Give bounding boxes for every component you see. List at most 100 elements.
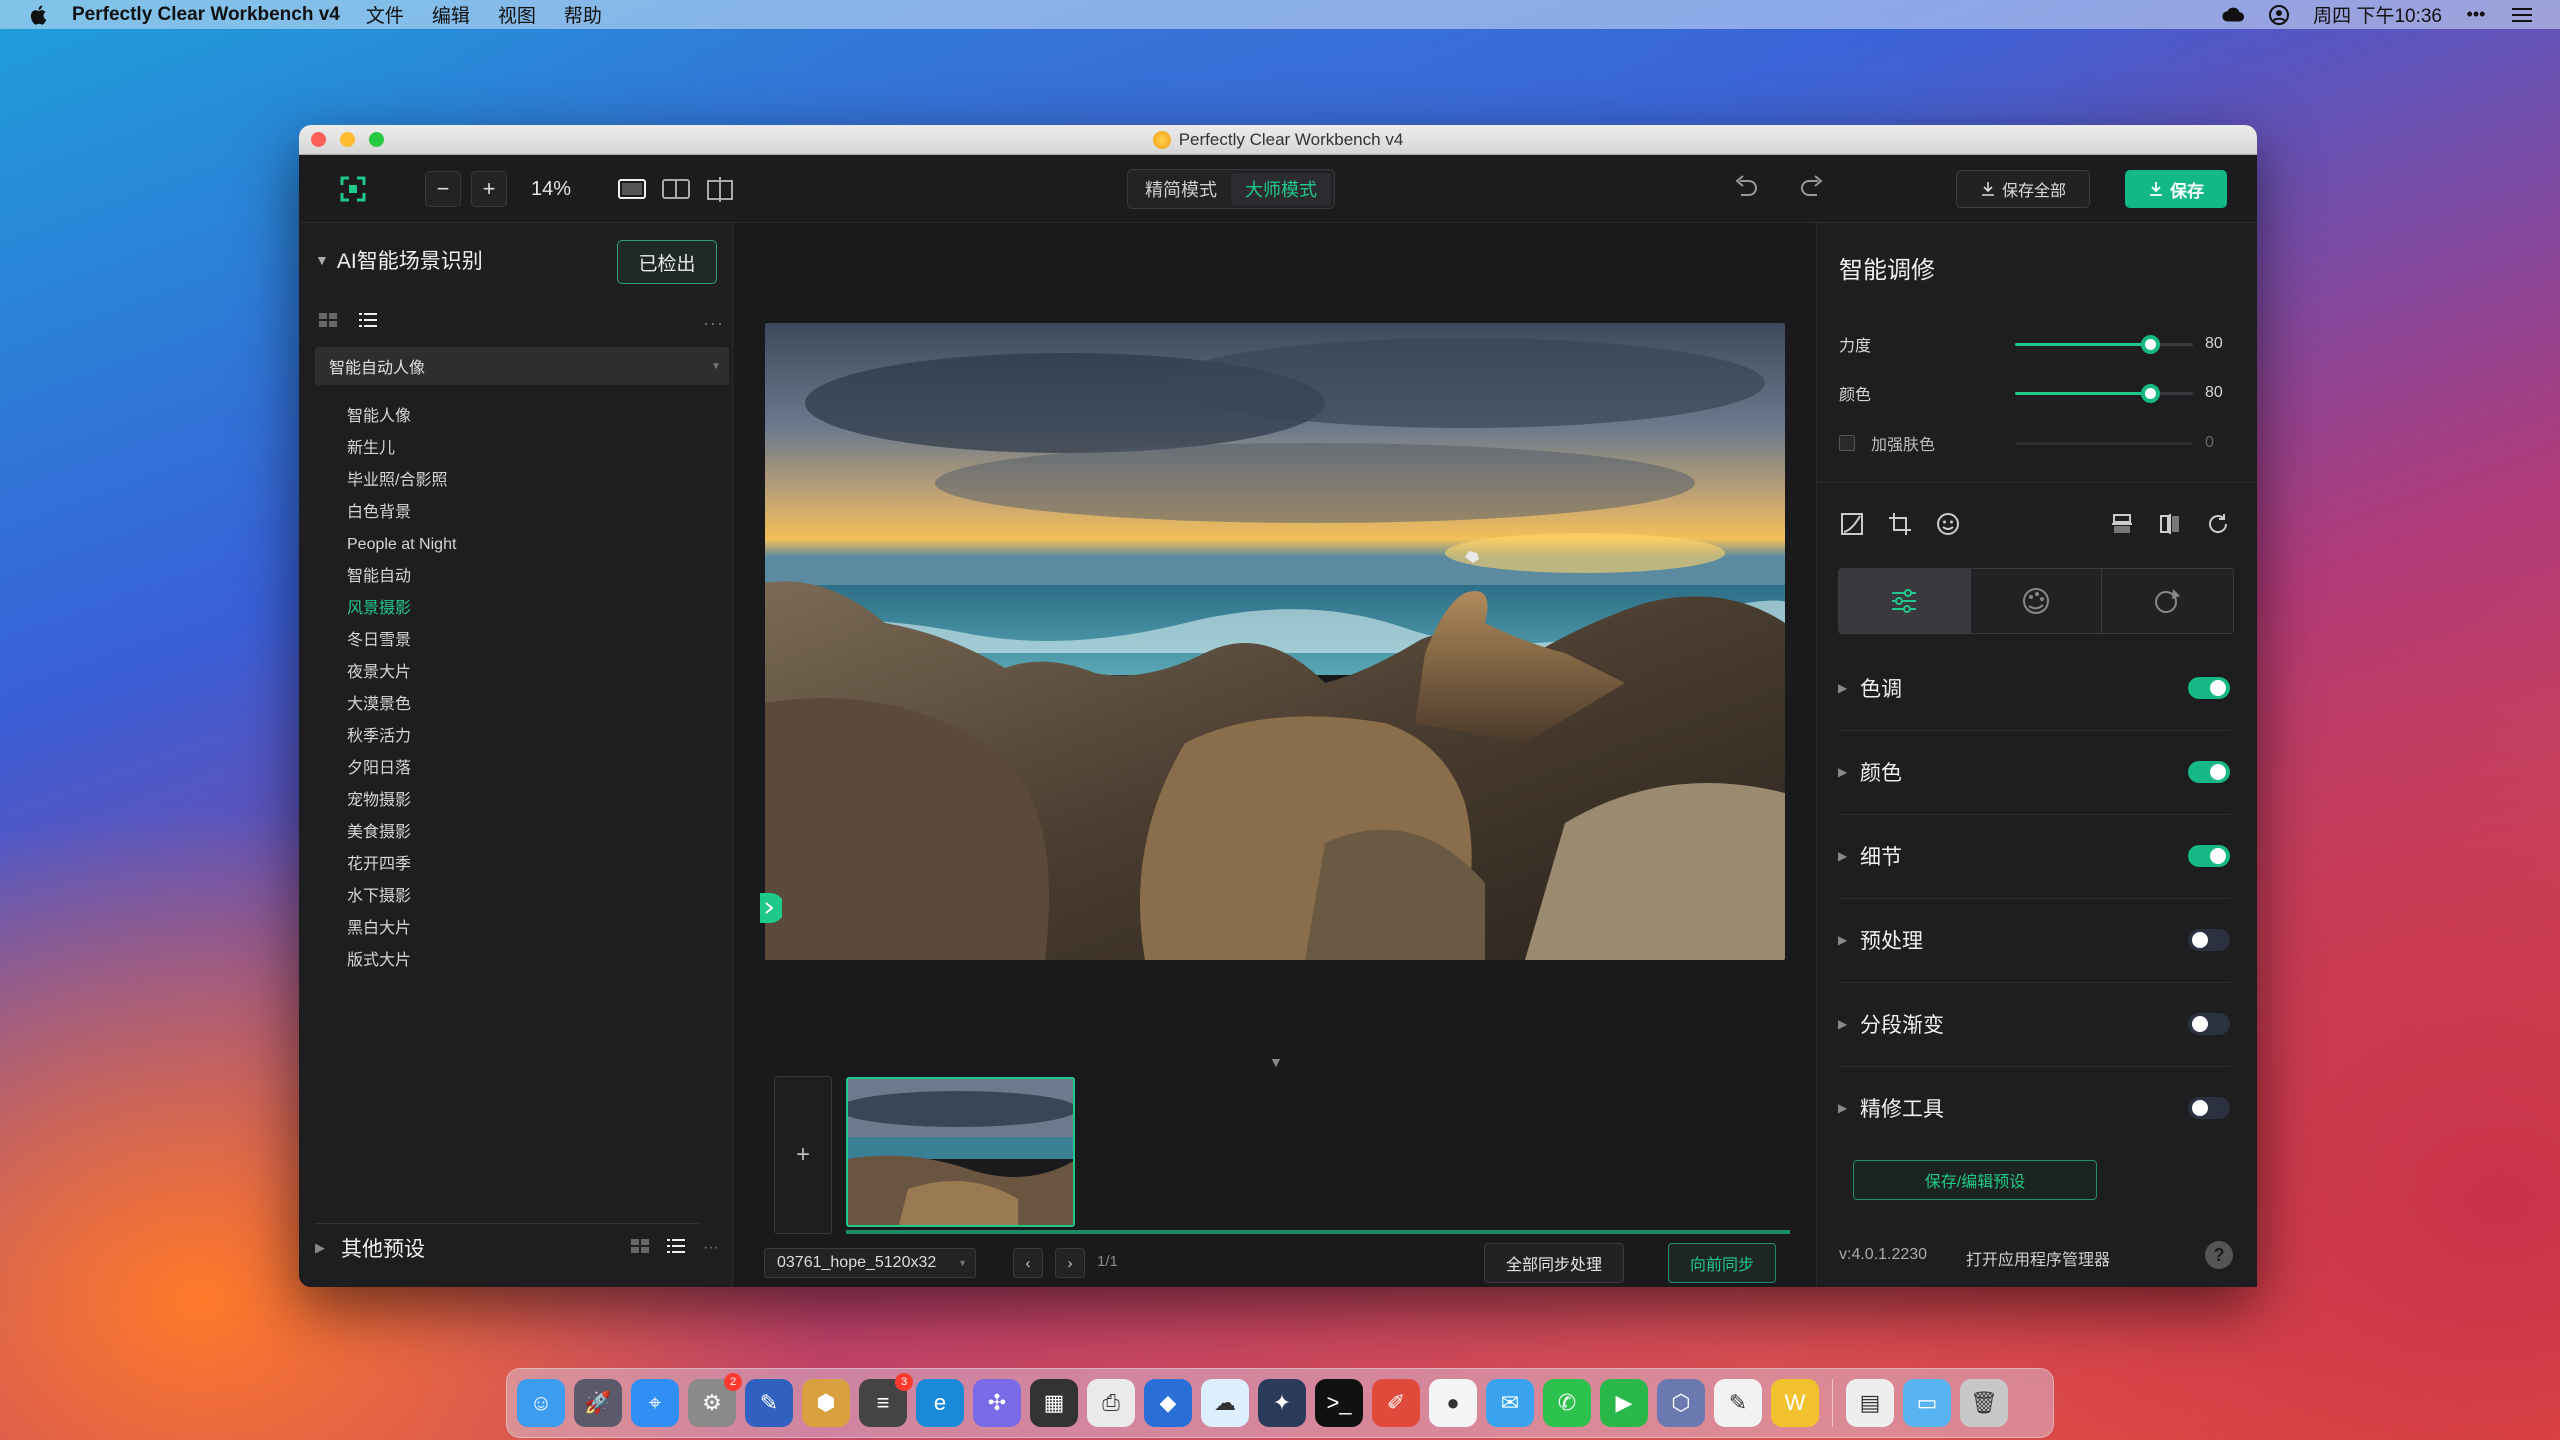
preset-item[interactable]: 黑白大片 [347,913,456,945]
cloud-status-icon[interactable] [2221,4,2245,26]
preset-item[interactable]: 智能人像 [347,401,456,433]
more-options-icon[interactable]: ··· [703,1239,719,1257]
grid-view-icon[interactable] [319,313,337,332]
mail-icon[interactable]: ✉ [1486,1379,1534,1427]
grid-view-icon[interactable] [631,1238,650,1258]
control-center-icon[interactable] [2510,4,2534,26]
help-button[interactable]: ? [2205,1241,2233,1269]
color-slider[interactable] [2015,383,2193,403]
section-row[interactable]: ▶ 色调 [1838,668,2230,708]
single-view-icon[interactable] [617,177,647,201]
menu-edit[interactable]: 编辑 [432,1,470,28]
notes-icon[interactable]: ✎ [1714,1379,1762,1427]
preset-item[interactable]: 水下摄影 [347,881,456,913]
preset-item[interactable]: 秋季活力 [347,721,456,753]
preset-item[interactable]: 冬日雪景 [347,625,456,657]
section-row[interactable]: ▶ 精修工具 [1838,1088,2230,1128]
drop-icon[interactable]: ◆ [1144,1379,1192,1427]
finder-icon[interactable]: ☺ [517,1379,565,1427]
zoom-window-button[interactable] [369,132,384,147]
tab-creative[interactable] [1970,569,2103,633]
cloud-icon[interactable]: ☁ [1201,1379,1249,1427]
scene-dropdown[interactable]: 智能自动人像 ▼ [315,347,729,385]
printer-icon[interactable]: ⎙ [1087,1379,1135,1427]
curves-icon[interactable] [1838,510,1866,538]
prev-image-button[interactable]: ‹ [1013,1248,1043,1278]
preset-item[interactable]: 白色背景 [347,497,456,529]
strength-slider[interactable] [2015,334,2193,354]
installer-icon[interactable]: ⬡ [1657,1379,1705,1427]
nodes-icon[interactable]: ✣ [973,1379,1021,1427]
trash-icon[interactable]: 🗑 [1960,1379,2008,1427]
document-icon[interactable]: ▤ [1846,1379,1894,1427]
preset-item[interactable]: People at Night [347,529,456,561]
preset-item[interactable]: 花开四季 [347,849,456,881]
preset-item[interactable]: 版式大片 [347,945,456,977]
preset-item[interactable]: 宠物摄影 [347,785,456,817]
paint-icon[interactable]: ✐ [1372,1379,1420,1427]
preset-item[interactable]: 美食摄影 [347,817,456,849]
add-image-button[interactable]: + [774,1076,832,1234]
section-row[interactable]: ▶ 细节 [1838,836,2230,876]
qq-icon[interactable]: ● [1429,1379,1477,1427]
save-button[interactable]: 保存 [2125,170,2227,208]
minimize-window-button[interactable] [340,132,355,147]
preset-item[interactable]: 夕阳日落 [347,753,456,785]
preset-item[interactable]: 新生儿 [347,433,456,465]
user-account-icon[interactable] [2267,4,2291,26]
side-panel-handle-icon[interactable] [760,893,785,928]
preset-item[interactable]: 夜景大片 [347,657,456,689]
more-options-icon[interactable]: ··· [703,313,724,334]
menu-help[interactable]: 帮助 [564,1,602,28]
play-icon[interactable]: ▶ [1600,1379,1648,1427]
simple-mode-tab[interactable]: 精简模式 [1131,173,1231,205]
edge-icon[interactable]: e [916,1379,964,1427]
color-slider-knob[interactable] [2141,383,2160,403]
face-icon[interactable] [1934,510,1962,538]
save-edit-preset-button[interactable]: 保存/编辑预设 [1853,1160,2097,1200]
file-selector[interactable]: 03761_hope_5120x32 ▼ [764,1248,976,1278]
flip-horizontal-icon[interactable] [2156,510,2184,538]
crop-icon[interactable] [1886,510,1914,538]
master-mode-tab[interactable]: 大师模式 [1231,173,1331,205]
list-view-icon[interactable] [359,313,377,332]
section-toggle[interactable] [2188,761,2230,783]
flip-vertical-icon[interactable] [2108,510,2136,538]
list-view-icon[interactable] [667,1238,686,1258]
skin-tone-checkbox[interactable] [1839,435,1855,451]
wechat-icon[interactable]: ✆ [1543,1379,1591,1427]
filmstrip-collapse-icon[interactable]: ▼ [1269,1054,1283,1070]
network-monitor-icon[interactable]: ≡ 3 [859,1373,913,1427]
safari-icon[interactable]: ⌖ [631,1379,679,1427]
section-toggle[interactable] [2188,1013,2230,1035]
menu-view[interactable]: 视图 [498,1,536,28]
section-toggle[interactable] [2188,1097,2230,1119]
close-window-button[interactable] [311,132,326,147]
more-icon[interactable]: ••• [2464,4,2488,26]
filmstrip-scroll-thumb[interactable] [846,1230,1790,1234]
menu-file[interactable]: 文件 [366,1,404,28]
undo-icon[interactable] [1733,174,1759,204]
save-all-button[interactable]: 保存全部 [1956,170,2090,208]
next-image-button[interactable]: › [1055,1248,1085,1278]
zoom-out-button[interactable]: − [425,171,461,207]
section-row[interactable]: ▶ 分段渐变 [1838,1004,2230,1044]
redo-icon[interactable] [1799,174,1825,204]
terminal-icon[interactable]: >_ [1315,1379,1363,1427]
preset-item[interactable]: 智能自动 [347,561,456,593]
app-menu[interactable]: Perfectly Clear Workbench v4 [72,4,340,26]
section-row[interactable]: ▶ 颜色 [1838,752,2230,792]
calculator-icon[interactable]: ▦ [1030,1379,1078,1427]
other-presets-header[interactable]: ▶ 其他预设 ··· [315,1233,719,1263]
strength-slider-knob[interactable] [2141,334,2160,354]
scene-detection-header[interactable]: ▼ AI智能场景识别 [315,245,483,275]
tab-retouch[interactable] [2102,569,2233,633]
tab-adjustments[interactable] [1839,569,1971,633]
split-view-icon[interactable] [661,177,691,201]
preset-item[interactable]: 毕业照/合影照 [347,465,456,497]
rotate-icon[interactable] [2204,510,2232,538]
launchpad-icon[interactable]: 🚀 [574,1379,622,1427]
clock[interactable]: 周四 下午10:36 [2313,1,2442,28]
section-toggle[interactable] [2188,845,2230,867]
section-toggle[interactable] [2188,929,2230,951]
